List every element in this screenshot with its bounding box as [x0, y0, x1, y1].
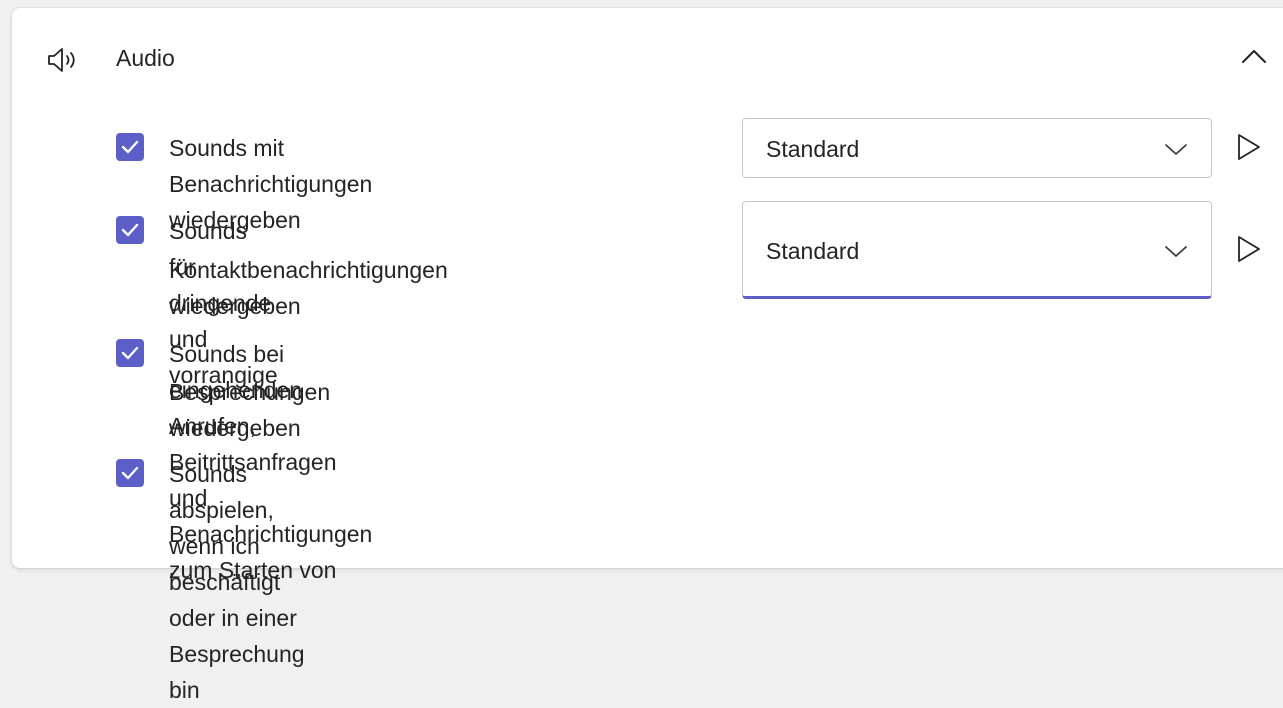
urgent-sounds-label-line-2: Kontaktbenachrichtigungen wiedergeben — [169, 257, 448, 319]
dropdown-value: Standard — [766, 238, 860, 264]
notification-sounds-checkbox[interactable] — [116, 133, 144, 161]
play-icon[interactable] — [1234, 234, 1262, 264]
chevron-up-icon[interactable] — [1240, 46, 1268, 68]
chevron-down-icon — [1165, 246, 1187, 257]
call-sounds-checkbox[interactable] — [116, 339, 144, 367]
checkmark-icon — [121, 223, 139, 237]
dropdown-value: Standard — [766, 136, 860, 162]
urgent-sounds-checkbox[interactable] — [116, 216, 144, 244]
play-icon[interactable] — [1234, 132, 1262, 162]
chevron-down-icon — [1165, 144, 1187, 155]
checkmark-icon — [121, 346, 139, 360]
busy-sounds-label: Sounds abspielen, wenn ich beschäftigt o… — [169, 461, 305, 703]
checkmark-icon — [121, 466, 139, 480]
call-sounds-label-line-2: Besprechungen wiedergeben — [169, 379, 331, 441]
notification-sound-dropdown[interactable]: Standard — [742, 118, 1212, 178]
audio-section-header[interactable]: Audio — [12, 8, 1283, 108]
audio-settings-card: Audio Sounds mit Benachrichtigungen wied… — [12, 8, 1283, 703]
checkmark-icon — [121, 140, 139, 154]
busy-sounds-checkbox[interactable] — [116, 459, 144, 487]
speaker-icon — [48, 48, 75, 72]
urgent-sound-dropdown[interactable]: Standard — [742, 201, 1212, 299]
section-title: Audio — [116, 45, 175, 71]
